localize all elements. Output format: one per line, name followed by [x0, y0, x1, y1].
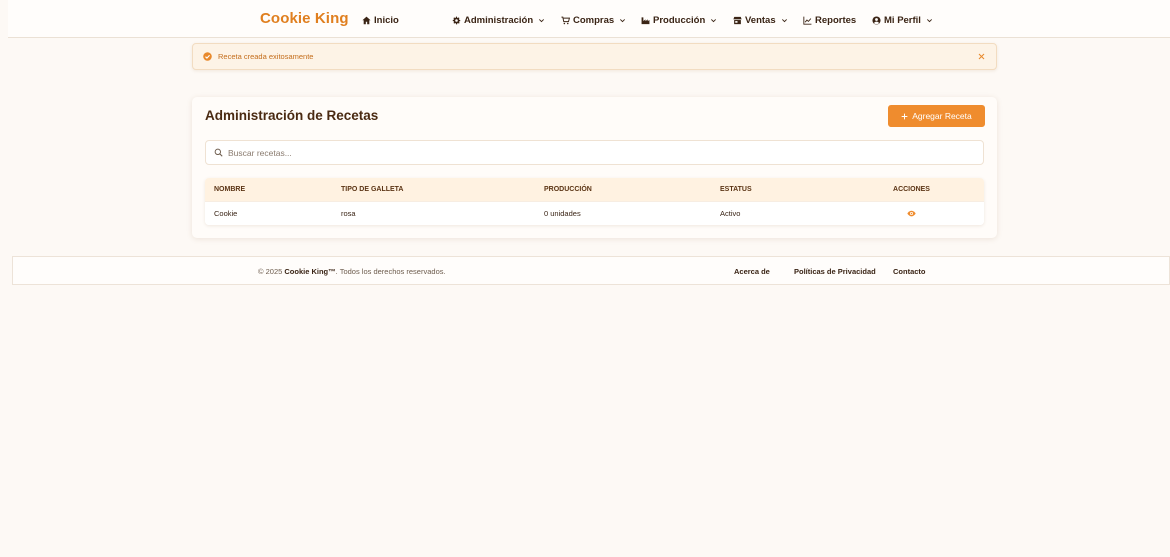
table-row: Cookie rosa 0 unidades Activo: [205, 201, 984, 225]
gear-icon: [452, 16, 461, 25]
table-header-row: NOMBRE TIPO DE GALLETA PRODUCCIÓN ESTATU…: [205, 178, 984, 201]
cell-nombre: Cookie: [214, 209, 238, 218]
recipes-card: Administración de Recetas Agregar Receta…: [192, 97, 997, 238]
store-icon: [733, 16, 742, 25]
user-circle-icon: [872, 15, 881, 25]
nav-item-produccion[interactable]: Producción: [641, 14, 717, 26]
nav-item-reportes[interactable]: Reportes: [803, 14, 856, 26]
cell-tipo: rosa: [341, 209, 356, 218]
copyright-text: © 2025 Cookie King™. Todos los derechos …: [258, 267, 446, 276]
add-recipe-label: Agregar Receta: [912, 111, 972, 121]
nav-item-mi-perfil[interactable]: Mi Perfil: [872, 14, 933, 26]
cell-produccion: 0 unidades: [544, 209, 581, 218]
chevron-down-icon: [781, 17, 788, 24]
brand-logo[interactable]: Cookie King: [260, 10, 349, 27]
nav-item-compras[interactable]: Compras: [561, 14, 626, 26]
nav-item-label: Mi Perfil: [884, 14, 921, 26]
nav-item-administracion[interactable]: Administración: [452, 14, 545, 26]
chevron-down-icon: [926, 17, 933, 24]
home-icon: [362, 16, 371, 25]
search-icon: [214, 148, 223, 157]
cell-estatus: Activo: [720, 209, 741, 218]
line-chart-icon: [803, 16, 812, 25]
search-input[interactable]: [228, 147, 975, 158]
nav-item-label: Compras: [573, 14, 615, 26]
alert-message: Receta creada exitosamente: [218, 52, 314, 61]
page-footer: © 2025 Cookie King™. Todos los derechos …: [12, 256, 1170, 285]
add-recipe-button[interactable]: Agregar Receta: [888, 105, 985, 127]
column-header-tipo: TIPO DE GALLETA: [341, 186, 404, 193]
chevron-down-icon: [710, 17, 717, 24]
column-header-produccion: PRODUCCIÓN: [544, 186, 592, 193]
copyright-brand: Cookie King™: [284, 267, 336, 276]
plus-icon: [901, 113, 908, 120]
chevron-down-icon: [619, 17, 626, 24]
copyright-suffix: . Todos los derechos reservados.: [335, 267, 446, 276]
cell-acciones: [839, 209, 984, 218]
success-alert: Receta creada exitosamente: [192, 43, 997, 70]
column-header-estatus: ESTATUS: [720, 186, 752, 193]
footer-link-privacidad[interactable]: Políticas de Privacidad: [794, 267, 876, 276]
footer-link-acerca-de[interactable]: Acerca de: [734, 267, 770, 276]
nav-item-inicio[interactable]: Inicio: [362, 14, 399, 26]
eye-icon[interactable]: [907, 209, 916, 218]
nav-item-label: Ventas: [745, 14, 776, 26]
close-icon[interactable]: [977, 52, 986, 61]
recipes-table: NOMBRE TIPO DE GALLETA PRODUCCIÓN ESTATU…: [205, 178, 984, 225]
nav-item-label: Administración: [464, 14, 534, 26]
nav-item-label: Producción: [653, 14, 706, 26]
factory-icon: [641, 16, 650, 25]
column-header-nombre: NOMBRE: [214, 186, 246, 193]
footer-link-contacto[interactable]: Contacto: [893, 267, 926, 276]
search-box[interactable]: [205, 140, 984, 165]
chevron-down-icon: [538, 17, 545, 24]
cart-icon: [561, 16, 570, 25]
check-circle-icon: [203, 52, 212, 61]
column-header-acciones: ACCIONES: [893, 186, 930, 193]
top-navbar: Cookie King Inicio Administración Compra…: [8, 0, 1170, 38]
nav-item-label: Inicio: [374, 14, 399, 26]
nav-item-ventas[interactable]: Ventas: [733, 14, 788, 26]
copyright-prefix: © 2025: [258, 267, 285, 276]
nav-item-label: Reportes: [815, 14, 857, 26]
page-title: Administración de Recetas: [205, 108, 379, 123]
